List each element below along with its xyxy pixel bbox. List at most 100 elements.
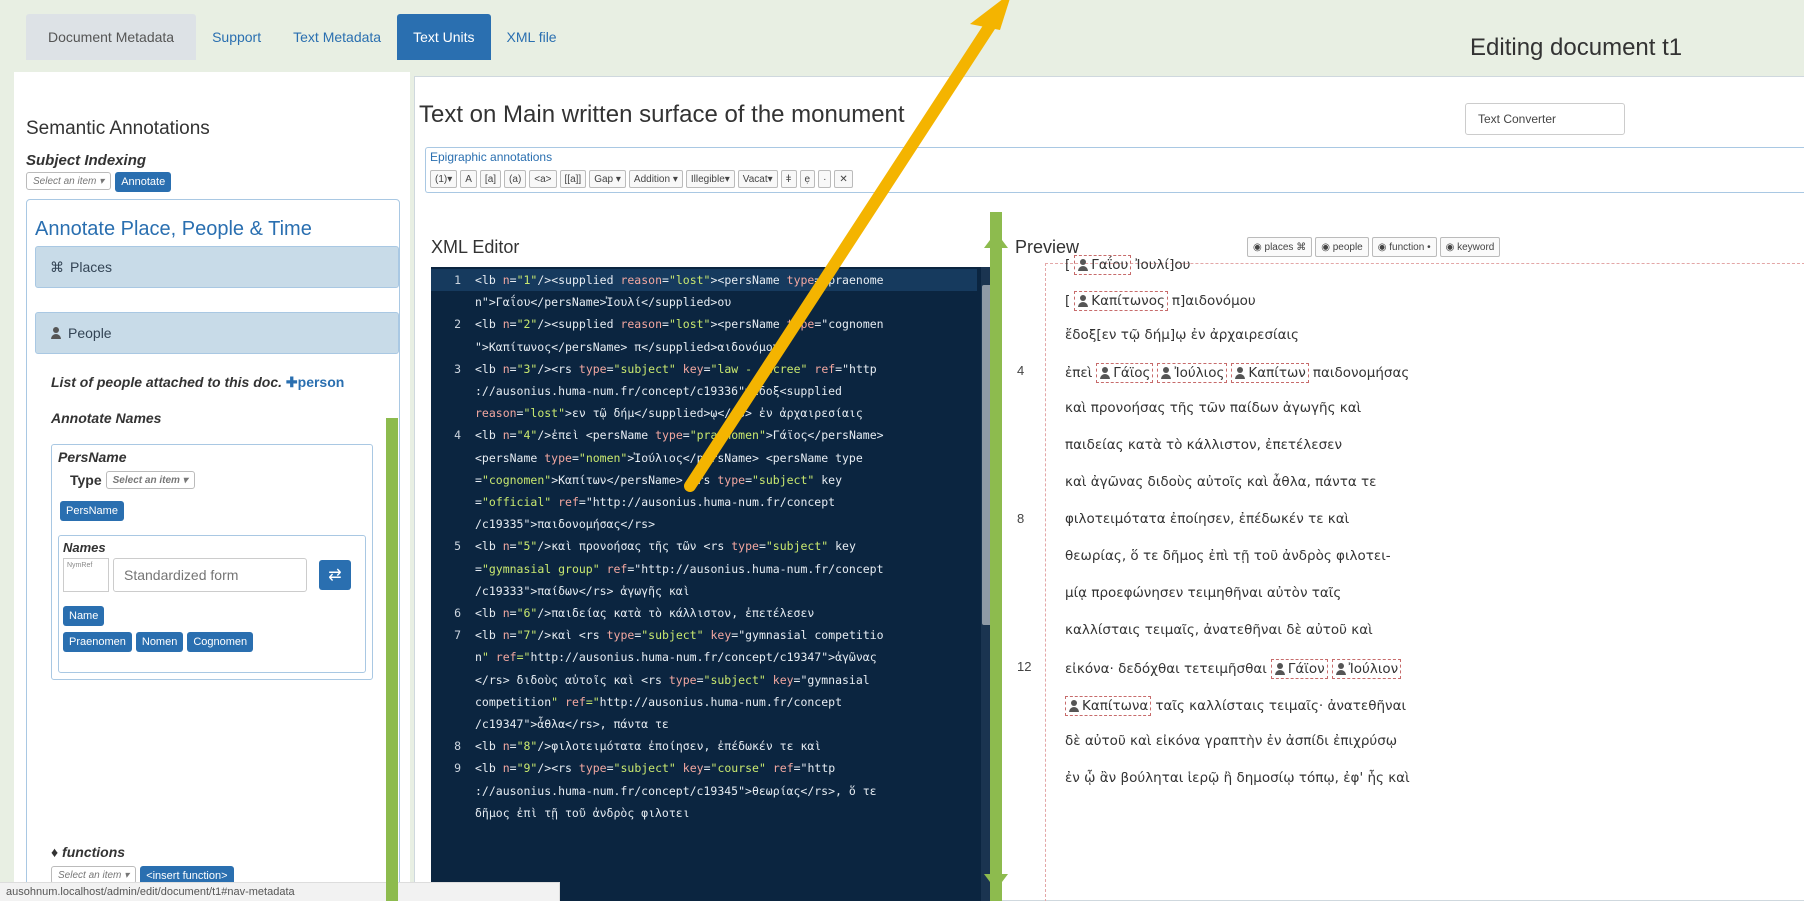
persname-button[interactable]: PersName (60, 501, 124, 521)
xml-line[interactable]: ">Καπίτωνος</persName> π</supplied>αιδον… (431, 336, 977, 358)
xml-line[interactable]: δῆμος ἐπὶ τῇ τοῦ ἀνδρὸς φιλοτει (431, 802, 977, 824)
preview-line-number: 4 (1017, 363, 1025, 378)
preview-toggle-button[interactable]: ◉ people (1315, 237, 1369, 257)
xml-line[interactable]: 2 <lb n="2"/><supplied reason="lost"><per… (431, 313, 977, 335)
xml-line-number (431, 402, 475, 424)
preview-toggle-buttons: ◉ places ⌘ ◉ people ◉ function • ◉ keyword (1247, 237, 1501, 257)
swap-button[interactable]: ⇄ (319, 560, 351, 590)
cognomen-button[interactable]: Cognomen (187, 632, 254, 652)
epigraphic-tool-button[interactable]: ẹ (799, 170, 816, 188)
preview-line-3: ἔδοξ[εν τῷ δήμ]ῳ ἐν ἀρχαιρεσίαις (1065, 327, 1299, 343)
functions-title: ♦ functions (51, 844, 126, 860)
person-annotation[interactable]: Γαΐου (1074, 255, 1132, 275)
annotate-place-people-time-panel: Annotate Place, People & Time ⌘ Places P… (26, 199, 400, 889)
text-converter-button[interactable]: Text Converter (1465, 103, 1625, 135)
epigraphic-tool-button[interactable]: Illegible▾ (685, 170, 735, 188)
preview-line-11: καλλίσταις τειμαῖς, ἀνατεθῆναι δὲ αὐτοῦ … (1065, 622, 1373, 638)
epigraphic-tool-button[interactable]: · (818, 170, 832, 188)
person-annotation[interactable]: Γάϊον (1270, 659, 1328, 679)
epigraphic-tool-button[interactable]: <a> (529, 170, 557, 188)
annotate-names-title: Annotate Names (51, 410, 162, 426)
xml-line[interactable]: ://ausonius.huma-num.fr/concept/c19345">… (431, 780, 977, 802)
xml-line[interactable]: /c19335">παιδονομήσας</rs> (431, 513, 977, 535)
name-button[interactable]: Name (63, 606, 105, 626)
xml-line[interactable]: reason="lost">εν τῷ δήμ</supplied>ῳ</rs>… (431, 402, 977, 424)
xml-line[interactable]: <persName type="nomen">Ἰούλιος</persName… (431, 447, 977, 469)
tab-text-metadata[interactable]: Text Metadata (277, 14, 397, 60)
person-annotation[interactable]: Καπίτων (1231, 363, 1309, 383)
annotation-bar (386, 418, 398, 901)
xml-line-number (431, 802, 475, 824)
xml-line[interactable]: 4 <lb n="4"/>ἐπεὶ <persName type="praenom… (431, 424, 977, 446)
text-unit-title: Text on Main written surface of the monu… (419, 101, 905, 128)
xml-line-code: <lb n="5"/>καὶ προνοήσας τῆς τῶν <rs typ… (475, 539, 856, 554)
xml-line[interactable]: 8 <lb n="8"/>φιλοτειμότατα ἐποίησεν, ἐπέδ… (431, 735, 977, 757)
epigraphic-annotations-title: Epigraphic annotations (430, 150, 553, 164)
tab-xml-file[interactable]: XML file (491, 14, 573, 60)
xml-line[interactable]: 1 <lb n="1"/><supplied reason="lost"><per… (431, 269, 977, 292)
xml-line-number (431, 646, 475, 668)
person-annotation[interactable]: Γάϊος (1096, 363, 1154, 383)
places-panel-header[interactable]: ⌘ Places (35, 246, 399, 288)
preview-toggle-button[interactable]: ◉ function • (1371, 237, 1437, 257)
praenomen-button[interactable]: Praenomen (63, 632, 132, 652)
tab-support[interactable]: Support (196, 14, 277, 60)
annotate-button[interactable]: Annotate (115, 172, 172, 192)
subject-select[interactable]: Select an item ▾ (26, 172, 112, 190)
tab-document-metadata[interactable]: Document Metadata (26, 14, 197, 60)
xml-line-number (431, 780, 475, 802)
epigraphic-tool-button[interactable]: [[a]] (559, 170, 587, 188)
xml-line[interactable]: /c19333">παίδων</rs> ἀγωγῆς καὶ (431, 580, 977, 602)
standardized-form-input[interactable] (113, 558, 307, 592)
xml-line-number: 2 (454, 317, 461, 332)
xml-line[interactable]: n">Γαΐου</persName>Ἰουλί</supplied>ου (431, 291, 977, 313)
preview-toggle-button[interactable]: ◉ places ⌘ (1247, 237, 1313, 257)
epigraphic-tool-button[interactable]: Addition ▾ (628, 170, 683, 188)
person-annotation[interactable]: Ἰούλιος (1157, 363, 1228, 383)
xml-line[interactable]: ="official" ref="http://ausonius.huma-nu… (431, 491, 977, 513)
epigraphic-tool-button[interactable]: Gap ▾ (589, 170, 626, 188)
add-person-link[interactable]: ✚person (286, 374, 344, 390)
epigraphic-tool-button[interactable]: ǂ (780, 170, 797, 188)
xml-editor[interactable]: 1 <lb n="1"/><supplied reason="lost"><per… (431, 267, 993, 901)
xml-line[interactable]: ="gymnasial group" ref="http://ausonius.… (431, 558, 977, 580)
person-annotation[interactable]: Καπίτωνα (1065, 696, 1152, 716)
page-title: Editing document t1 (1470, 34, 1683, 61)
preview-line-15: ἐν ᾧ ἂν βούληται ἱερῷ ἢ δημοσίῳ τόπῳ, ἐφ… (1065, 770, 1410, 786)
xml-line[interactable]: 6 <lb n="6"/>παιδείας κατὰ τὸ κάλλιστον, … (431, 602, 977, 624)
type-select[interactable]: Select an item ▾ (105, 471, 195, 489)
xml-line[interactable]: competition" ref="http://ausonius.huma-n… (431, 691, 977, 713)
xml-line[interactable]: 5 <lb n="5"/>καὶ προνοήσας τῆς τῶν <rs ty… (431, 535, 977, 557)
xml-line-number (431, 669, 475, 691)
xml-line-code: </rs> διδοὺς αὐτοῖς καὶ <rs type="subjec… (475, 672, 870, 687)
xml-line-code: δῆμος ἐπὶ τῇ τοῦ ἀνδρὸς φιλοτει (475, 805, 690, 820)
xml-line[interactable]: 9 <lb n="9"/><rs type="subject" key="cour… (431, 757, 977, 779)
epigraphic-tool-button[interactable]: ✕ (834, 170, 853, 188)
xml-line-code: ="official" ref="http://ausonius.huma-nu… (475, 495, 836, 510)
xml-editor-lines[interactable]: 1 <lb n="1"/><supplied reason="lost"><per… (431, 269, 977, 824)
epigraphic-tool-button[interactable]: A (460, 170, 477, 188)
person-annotation[interactable]: Ἰούλιον (1331, 659, 1402, 679)
xml-line[interactable]: </rs> διδοὺς αὐτοῖς καὶ <rs type="subjec… (431, 669, 977, 691)
nymref-field[interactable]: NymRef (63, 558, 109, 592)
preview-toggle-button[interactable]: ◉ keyword (1439, 237, 1501, 257)
epigraphic-tool-button[interactable]: (1)▾ (430, 170, 458, 188)
preview-toggle-label: people (1332, 241, 1363, 253)
epigraphic-tool-button[interactable]: (a) (504, 170, 527, 188)
people-panel-header[interactable]: People (35, 312, 399, 354)
person-icon (1068, 700, 1080, 712)
xml-line[interactable]: ="cognomen">Καπίτων</persName> <rs type=… (431, 469, 977, 491)
xml-line[interactable]: n" ref="http://ausonius.huma-num.fr/conc… (431, 646, 977, 668)
xml-line[interactable]: 3 <lb n="3"/><rs type="subject" key="law … (431, 358, 977, 380)
nomen-button[interactable]: Nomen (135, 632, 184, 652)
epigraphic-tool-button[interactable]: [a] (479, 170, 502, 188)
preview-text: [ (1065, 257, 1071, 273)
xml-line[interactable]: ://ausonius.huma-num.fr/concept/c19336">… (431, 380, 977, 402)
xml-line[interactable]: /c19347">ἆθλα</rs>, πάντα τε (431, 713, 977, 735)
xml-line[interactable]: 7 <lb n="7"/>καὶ <rs type="subject" key="… (431, 624, 977, 646)
xml-line-code: <persName type="nomen">Ἰούλιος</persName… (475, 450, 863, 465)
tab-text-units[interactable]: Text Units (397, 14, 491, 60)
person-annotation[interactable]: Καπίτωνος (1074, 291, 1168, 311)
subject-select-value: Select an item (33, 175, 97, 187)
epigraphic-tool-button[interactable]: Vacat▾ (737, 170, 778, 188)
